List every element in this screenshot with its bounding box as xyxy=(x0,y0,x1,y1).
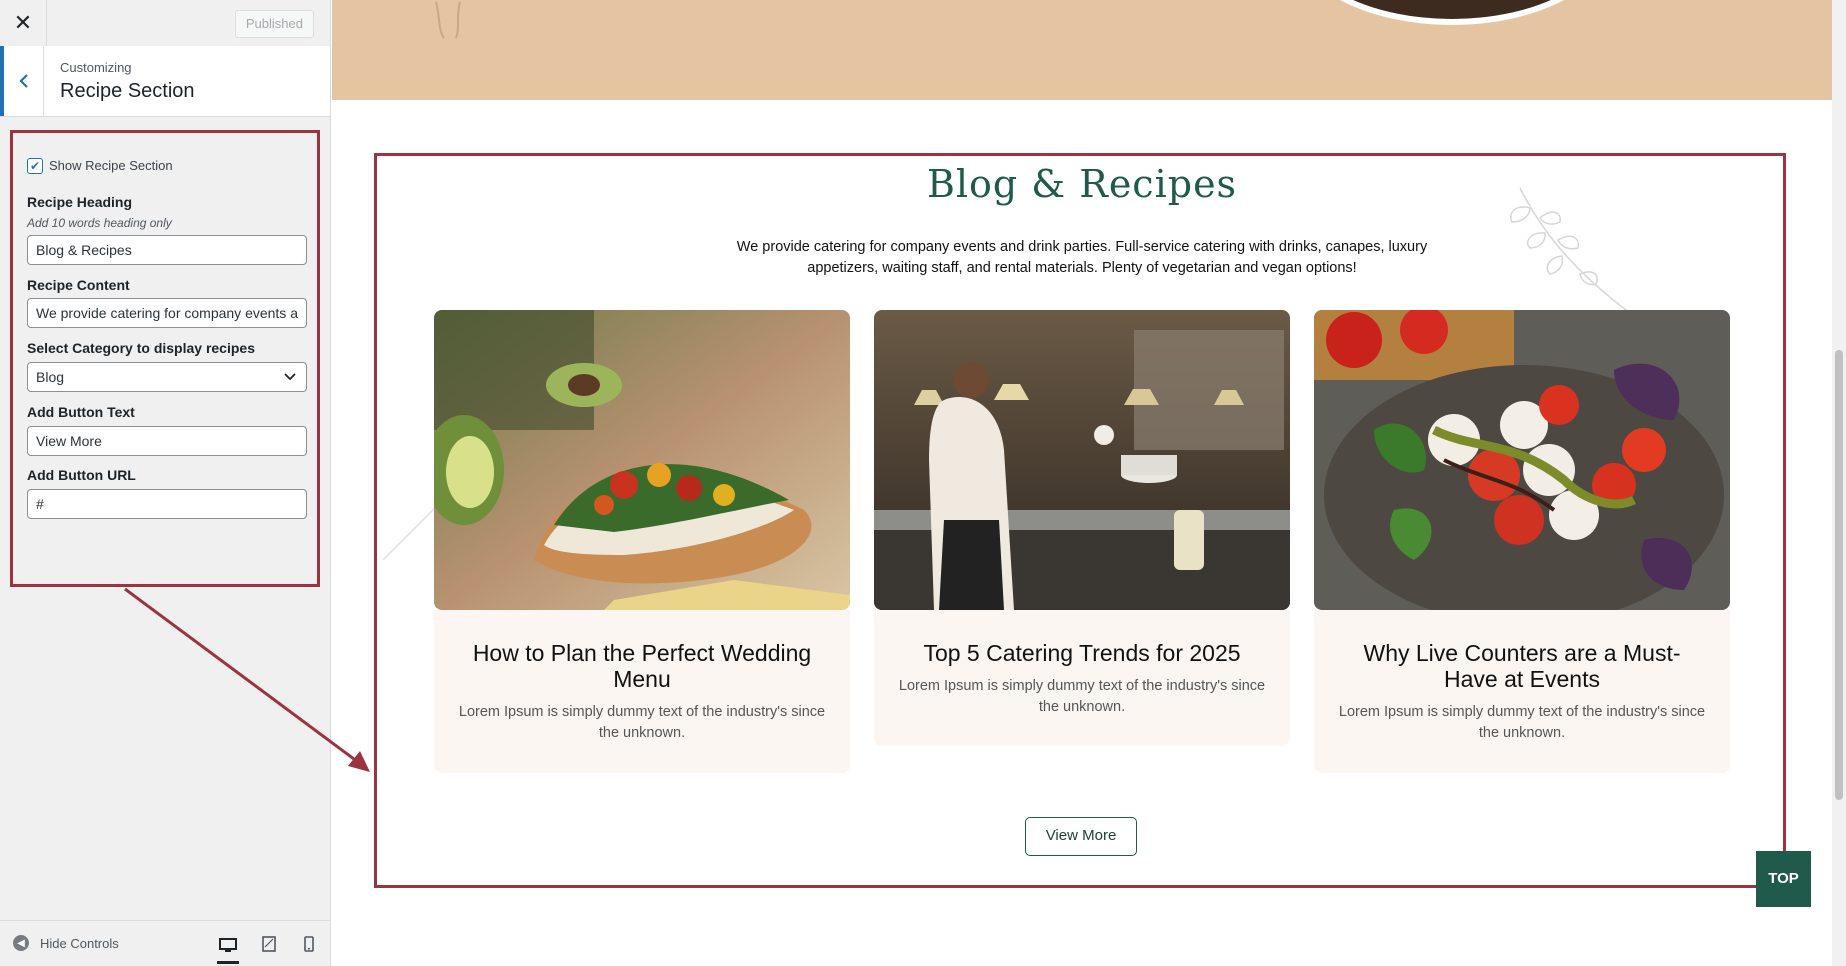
card-body: Why Live Counters are a Must-Have at Eve… xyxy=(1314,610,1730,773)
mobile-preview-icon[interactable] xyxy=(298,933,320,955)
card-body: How to Plan the Perfect Wedding Menu Lor… xyxy=(434,610,850,773)
chevron-down-icon xyxy=(284,363,296,391)
hide-controls-button[interactable]: Hide Controls xyxy=(40,936,119,951)
collapse-arrow-icon[interactable]: ◀ xyxy=(13,935,29,951)
scroll-top-button[interactable]: TOP xyxy=(1756,851,1811,907)
blog-card[interactable]: Top 5 Catering Trends for 2025 Lorem Ips… xyxy=(874,310,1290,746)
card-title[interactable]: How to Plan the Perfect Wedding Menu xyxy=(458,640,826,692)
content-label: Recipe Content xyxy=(27,277,130,293)
card-title[interactable]: Top 5 Catering Trends for 2025 xyxy=(898,640,1266,666)
close-icon[interactable]: ✕ xyxy=(0,0,47,46)
sandwich-photo[interactable] xyxy=(434,310,850,610)
card-excerpt: Lorem Ipsum is simply dummy text of the … xyxy=(898,678,1266,715)
category-select[interactable]: Blog xyxy=(27,362,307,392)
back-chevron-icon[interactable] xyxy=(0,46,44,116)
button-text-label: Add Button Text xyxy=(27,404,135,420)
scrollbar-thumb[interactable] xyxy=(1835,350,1843,800)
view-more-button[interactable]: View More xyxy=(1025,817,1137,856)
tablet-preview-icon[interactable] xyxy=(258,933,280,955)
blog-card[interactable]: How to Plan the Perfect Wedding Menu Lor… xyxy=(434,310,850,773)
hero-plate-image xyxy=(1292,0,1612,25)
caprese-photo[interactable] xyxy=(1314,310,1730,610)
blog-description: We provide catering for company events a… xyxy=(736,239,1428,276)
show-section-label: Show Recipe Section xyxy=(49,158,173,174)
published-button[interactable]: Published xyxy=(234,10,314,38)
category-label: Select Category to display recipes xyxy=(27,340,255,356)
card-body: Top 5 Catering Trends for 2025 Lorem Ips… xyxy=(874,610,1290,746)
footer-controls: ◀ Hide Controls xyxy=(0,920,330,966)
button-url-label: Add Button URL xyxy=(27,467,136,483)
kitchen-photo[interactable] xyxy=(874,310,1290,610)
heading-description: Add 10 words heading only xyxy=(27,216,172,230)
content-input[interactable]: We provide catering for company events a xyxy=(27,298,307,328)
show-section-checkbox[interactable]: ✔ xyxy=(27,157,43,174)
desktop-preview-icon[interactable] xyxy=(217,931,239,964)
section-title: Recipe Section xyxy=(60,80,195,102)
customizer-topbar: ✕ Published xyxy=(0,0,330,47)
recipe-controls-highlight: ✔ Show Recipe Section Recipe Heading Add … xyxy=(10,130,320,587)
button-text-input[interactable]: View More xyxy=(27,426,307,456)
card-excerpt: Lorem Ipsum is simply dummy text of the … xyxy=(1338,704,1706,741)
customizing-label: Customizing xyxy=(60,60,132,75)
preview-scrollbar[interactable] xyxy=(1832,0,1846,966)
blog-card[interactable]: Why Live Counters are a Must-Have at Eve… xyxy=(1314,310,1730,773)
card-title[interactable]: Why Live Counters are a Must-Have at Eve… xyxy=(1338,640,1706,692)
site-preview: Blog & Recipes We provide catering for c… xyxy=(332,0,1832,966)
card-excerpt: Lorem Ipsum is simply dummy text of the … xyxy=(458,704,826,741)
show-section-row: ✔ Show Recipe Section xyxy=(27,157,173,175)
section-header: Customizing Recipe Section xyxy=(0,46,330,117)
customizer-sidebar: ✕ Published Customizing Recipe Section ✔… xyxy=(0,0,331,966)
hero-section xyxy=(332,0,1832,100)
blog-heading: Blog & Recipes xyxy=(926,162,1238,206)
button-url-input[interactable]: # xyxy=(27,489,307,519)
utensil-decoration-icon xyxy=(435,1,461,39)
heading-label: Recipe Heading xyxy=(27,194,133,210)
heading-input[interactable]: Blog & Recipes xyxy=(27,235,307,265)
category-value: Blog xyxy=(36,369,65,385)
